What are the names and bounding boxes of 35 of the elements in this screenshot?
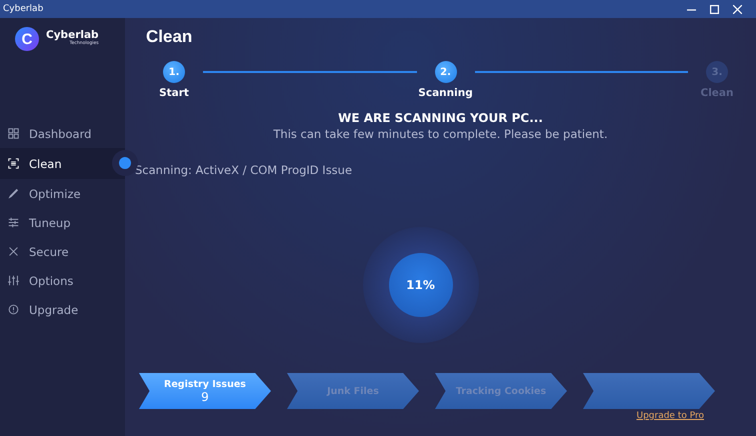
step-circle: 1. — [163, 61, 185, 83]
sidebar-item[interactable]: Upgrade — [0, 295, 125, 324]
category-count: 9 — [201, 390, 209, 404]
close-icon[interactable] — [733, 4, 742, 14]
sidebar-item[interactable]: Options — [0, 266, 125, 295]
selection-dot — [119, 157, 131, 169]
grid-icon — [8, 128, 19, 139]
category-label: Tracking Cookies — [456, 386, 546, 396]
cross-icon — [8, 246, 19, 257]
brand-name: Cyberlab — [46, 29, 99, 41]
step-label: Clean — [700, 87, 734, 99]
window-title: Cyberlab — [3, 4, 44, 14]
maximize-icon[interactable] — [710, 4, 719, 14]
sidebar-item[interactable]: Secure — [0, 237, 125, 266]
step-label: Start — [159, 87, 189, 99]
scan-status: Scanning: ActiveX / COM ProgID Issue — [135, 163, 354, 177]
equalizer-icon — [8, 275, 19, 286]
page-title: Clean — [146, 27, 194, 47]
sidebar-item[interactable]: Clean — [0, 148, 125, 179]
upgrade-link[interactable]: Upgrade to Pro — [636, 411, 704, 421]
logo-icon: C — [15, 27, 39, 51]
info-icon — [8, 304, 19, 315]
sliders-icon — [8, 217, 19, 228]
step-label: Scanning — [418, 87, 473, 99]
pen-icon — [8, 188, 19, 199]
scan-subheading: This can take few minutes to complete. Please be patient. — [272, 127, 609, 141]
category-label: Registry Issues — [164, 378, 246, 390]
step-circle: 2. — [434, 61, 456, 83]
scan-icon — [8, 158, 19, 169]
scan-heading: WE ARE SCANNING YOUR PC... — [337, 111, 544, 125]
category-label: Junk Files — [327, 386, 379, 396]
sidebar-item[interactable]: Dashboard — [0, 119, 125, 148]
sidebar-item[interactable]: Optimize — [0, 179, 125, 208]
progress-label: 11% — [388, 253, 452, 317]
sidebar-item[interactable]: Tuneup — [0, 208, 125, 237]
